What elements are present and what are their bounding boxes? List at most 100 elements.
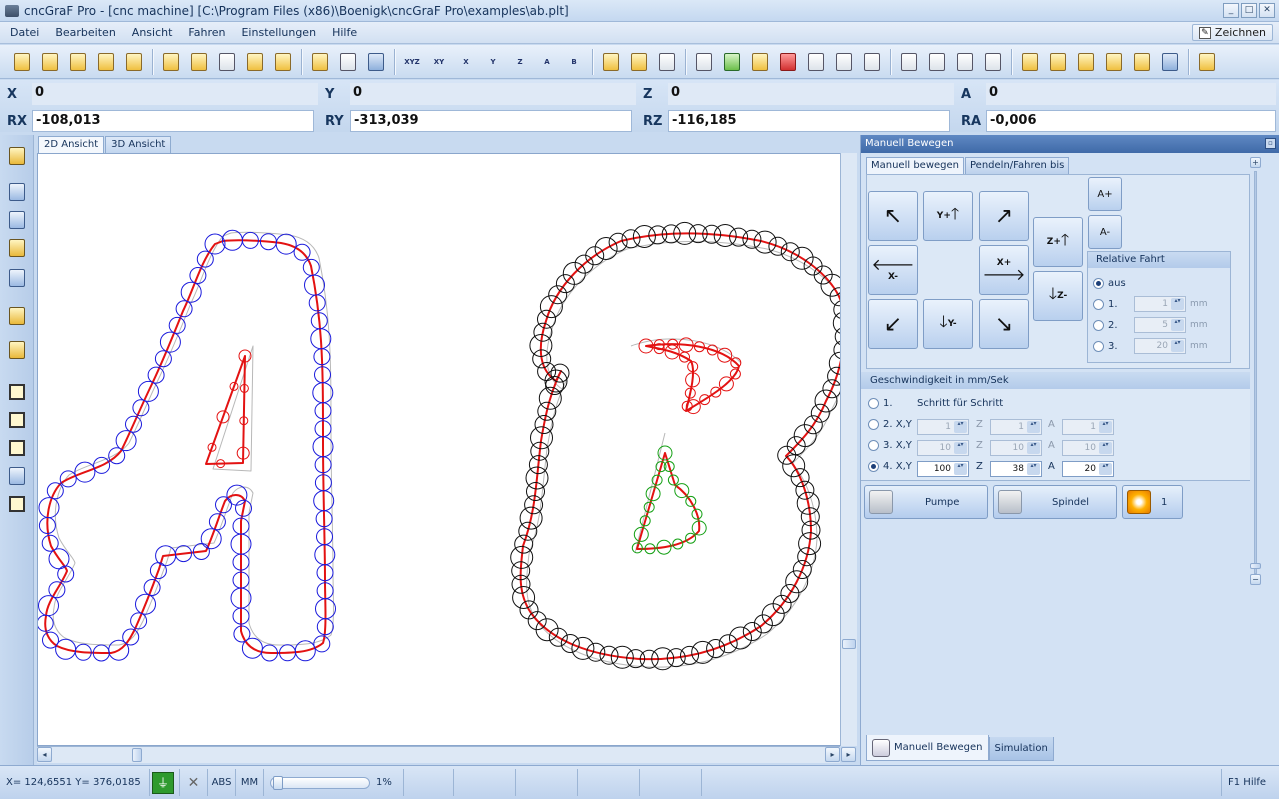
zoom-slider-knob[interactable] bbox=[273, 775, 283, 790]
jog-z-plus-button[interactable]: Z+ 🡑 bbox=[1033, 217, 1083, 267]
menu-fahren[interactable]: Fahren bbox=[180, 26, 233, 39]
grid-button[interactable] bbox=[1046, 50, 1070, 74]
zero-button[interactable] bbox=[655, 50, 679, 74]
speed-2-radio[interactable] bbox=[868, 419, 879, 430]
start-button[interactable] bbox=[720, 50, 744, 74]
relative-2-input[interactable]: 5 bbox=[1134, 317, 1186, 333]
undo-button[interactable] bbox=[94, 50, 118, 74]
box-button[interactable] bbox=[271, 50, 295, 74]
speed-3-a-input[interactable]: 10 bbox=[1062, 440, 1114, 456]
unit-mode[interactable]: MM bbox=[236, 769, 264, 796]
home-y-button[interactable]: Y bbox=[482, 50, 504, 74]
open-file-button[interactable] bbox=[38, 50, 62, 74]
menu-ansicht[interactable]: Ansicht bbox=[124, 26, 181, 39]
layers-button[interactable] bbox=[187, 50, 211, 74]
speed-4-radio[interactable] bbox=[868, 461, 879, 472]
menu-hilfe[interactable]: Hilfe bbox=[324, 26, 365, 39]
scale-frame-button[interactable] bbox=[6, 465, 28, 487]
stop-button[interactable] bbox=[776, 50, 800, 74]
ruler-button[interactable] bbox=[1018, 50, 1042, 74]
tool-button[interactable] bbox=[215, 50, 239, 74]
sheet-button[interactable] bbox=[953, 50, 977, 74]
relative-3-radio[interactable] bbox=[1093, 340, 1104, 352]
close-button[interactable]: ✕ bbox=[1259, 3, 1275, 18]
panel-scroll-down-button[interactable]: − bbox=[1250, 574, 1261, 585]
relative-1-input[interactable]: 1 bbox=[1134, 296, 1186, 312]
menu-datei[interactable]: Datei bbox=[0, 26, 47, 39]
jog-a-minus-button[interactable]: A- bbox=[1088, 215, 1122, 249]
cube-button[interactable] bbox=[692, 50, 716, 74]
menu-einstellungen[interactable]: Einstellungen bbox=[233, 26, 324, 39]
origin3-button[interactable] bbox=[1130, 50, 1154, 74]
panel-scroll-track[interactable] bbox=[1254, 171, 1257, 574]
speed-2-a-input[interactable]: 1 bbox=[1062, 419, 1114, 435]
zoom-all-button[interactable] bbox=[6, 237, 28, 259]
zoom-page-button[interactable] bbox=[6, 267, 28, 289]
scroll-corner-button[interactable]: ▸ bbox=[841, 747, 856, 762]
speed-1-radio[interactable] bbox=[868, 398, 879, 409]
origin-button[interactable] bbox=[1074, 50, 1098, 74]
document-button[interactable] bbox=[308, 50, 332, 74]
jog-z-minus-button[interactable]: 🡓 Z- bbox=[1033, 271, 1083, 321]
jog-a-plus-button[interactable]: A+ bbox=[1088, 177, 1122, 211]
tab-oscillate[interactable]: Pendeln/Fahren bis bbox=[965, 157, 1070, 174]
run-step-button[interactable] bbox=[804, 50, 828, 74]
drawing-canvas[interactable] bbox=[37, 153, 841, 746]
zoom-window-button[interactable] bbox=[6, 209, 28, 231]
spindle-button[interactable]: Spindel bbox=[993, 485, 1117, 519]
speed-4-a-input[interactable]: 20 bbox=[1062, 461, 1114, 477]
run-target-button[interactable] bbox=[860, 50, 884, 74]
horizontal-scroll-thumb[interactable] bbox=[132, 748, 142, 762]
import-button[interactable] bbox=[159, 50, 183, 74]
home-a-button[interactable]: A bbox=[536, 50, 558, 74]
jog-up-right-button[interactable]: ↗ bbox=[979, 191, 1029, 241]
print-preview-button[interactable] bbox=[336, 50, 360, 74]
panel-scroll-thumb[interactable] bbox=[1250, 563, 1261, 569]
scroll-right-button[interactable]: ▸ bbox=[825, 747, 840, 762]
jog-down-right-button[interactable]: ↘ bbox=[979, 299, 1029, 349]
speed-3-xy-input[interactable]: 10 bbox=[917, 440, 969, 456]
tab-manual-move[interactable]: Manuell bewegen bbox=[866, 157, 964, 174]
maximize-button[interactable]: □ bbox=[1241, 3, 1257, 18]
speed-4-z-input[interactable]: 38 bbox=[990, 461, 1042, 477]
canvas-vertical-scrollbar[interactable] bbox=[840, 153, 857, 746]
jog-x-plus-button[interactable]: X+ 🡒 bbox=[979, 245, 1029, 295]
home-z-button[interactable]: Z bbox=[509, 50, 531, 74]
pause-button[interactable] bbox=[748, 50, 772, 74]
zoom-slider[interactable] bbox=[270, 775, 370, 790]
select-frame-button[interactable] bbox=[6, 381, 28, 403]
origin2-button[interactable] bbox=[1102, 50, 1126, 74]
speed-2-xy-input[interactable]: 1 bbox=[917, 419, 969, 435]
tab-2d-view[interactable]: 2D Ansicht bbox=[38, 136, 105, 153]
ruler-vertical-button[interactable] bbox=[6, 339, 28, 361]
move-tool-button[interactable] bbox=[6, 305, 28, 327]
fit-frame-button[interactable] bbox=[6, 493, 28, 515]
rotate-frame-button[interactable] bbox=[6, 409, 28, 431]
save-button[interactable] bbox=[66, 50, 90, 74]
tool-change-button[interactable] bbox=[925, 50, 949, 74]
canvas-horizontal-scrollbar[interactable]: ◂ ▸ bbox=[37, 746, 840, 763]
calibrate-button[interactable] bbox=[599, 50, 623, 74]
jog-down-left-button[interactable]: ↙ bbox=[868, 299, 918, 349]
scroll-left-button[interactable]: ◂ bbox=[37, 747, 52, 762]
speed-2-z-input[interactable]: 1 bbox=[990, 419, 1042, 435]
draw-mode-button[interactable]: ✎ Zeichnen bbox=[1191, 24, 1273, 41]
relative-3-input[interactable]: 20 bbox=[1134, 338, 1186, 354]
windows-button[interactable] bbox=[1158, 50, 1182, 74]
measure-button[interactable] bbox=[897, 50, 921, 74]
pump-button[interactable]: Pumpe bbox=[864, 485, 988, 519]
settings-button[interactable] bbox=[627, 50, 651, 74]
vertical-scroll-thumb[interactable] bbox=[842, 639, 856, 649]
minimize-button[interactable]: _ bbox=[1223, 3, 1239, 18]
relative-1-radio[interactable] bbox=[1093, 298, 1104, 310]
jog-up-left-button[interactable]: ↖ bbox=[868, 191, 918, 241]
pin-icon[interactable]: ▫ bbox=[1265, 138, 1276, 149]
hand-button[interactable] bbox=[243, 50, 267, 74]
home-xy-button[interactable]: XY bbox=[428, 50, 450, 74]
panel-scrollbar[interactable]: + − bbox=[1250, 157, 1263, 592]
speed-3-radio[interactable] bbox=[868, 440, 879, 451]
run-b-button[interactable] bbox=[832, 50, 856, 74]
mirror-frame-button[interactable] bbox=[6, 437, 28, 459]
home-xyz-button[interactable]: XYZ bbox=[401, 50, 423, 74]
jog-y-plus-button[interactable]: Y+ 🡑 bbox=[923, 191, 973, 241]
